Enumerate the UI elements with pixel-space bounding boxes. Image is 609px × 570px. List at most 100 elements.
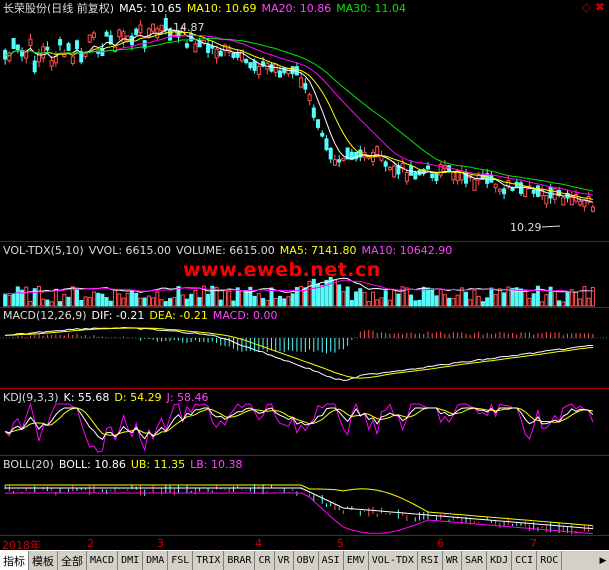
candle-body (311, 107, 316, 118)
macd-dea: DEA: -0.21 (149, 309, 208, 322)
tab-kdj[interactable]: KDJ (487, 551, 513, 570)
tab-dma[interactable]: DMA (143, 551, 169, 570)
candle-body (252, 60, 257, 71)
volume-bar (168, 298, 173, 307)
volume-bar (100, 293, 105, 307)
candle-body (497, 188, 502, 192)
candle-body (561, 197, 566, 206)
tab-cr[interactable]: CR (255, 551, 275, 570)
volume-bar (447, 297, 452, 307)
kdj-k: K: 55.68 (63, 391, 110, 404)
volume-bar (442, 294, 447, 307)
stock-chart-canvas[interactable] (0, 0, 609, 569)
volume-bar (193, 289, 198, 307)
tab-sar[interactable]: SAR (462, 551, 488, 570)
candle-body (290, 66, 295, 75)
tab-emv[interactable]: EMV (344, 551, 369, 570)
candle-body (451, 171, 456, 181)
tab-all[interactable]: 全部 (58, 551, 87, 570)
candle-body (70, 56, 75, 64)
time-label: 5 (337, 537, 344, 550)
tab-dmi[interactable]: DMI (118, 551, 144, 570)
candle-body (476, 175, 481, 181)
candle-body (151, 23, 156, 32)
kdj-j: J: 58.46 (166, 391, 209, 404)
volume-bar (430, 288, 435, 307)
candle-body (493, 183, 498, 189)
tab-wr[interactable]: WR (443, 551, 463, 570)
volume-bar (231, 300, 236, 307)
volume-bar (425, 287, 430, 307)
volume-bar (96, 292, 101, 307)
candle-body (45, 46, 50, 51)
candle-body (168, 29, 173, 41)
vol-vvol: VVOL: 6615.00 (88, 244, 172, 257)
volume-bar (290, 293, 295, 307)
candle-body (235, 52, 240, 58)
tab-fsl[interactable]: FSL (168, 551, 194, 570)
tab-asi[interactable]: ASI (319, 551, 344, 570)
tab-vr[interactable]: VR (275, 551, 294, 570)
volume-bar (362, 291, 367, 307)
candle-body (193, 43, 198, 53)
tab-trix[interactable]: TRIX (193, 551, 225, 570)
kdj-legend: KDJ(9,3,3) K: 55.68 D: 54.29 J: 58.46 (3, 391, 214, 405)
candle-body (66, 43, 71, 51)
volume-bar (146, 295, 151, 307)
tab-roc[interactable]: ROC (537, 551, 563, 570)
volume-bar (108, 300, 113, 307)
volume-bar (434, 295, 439, 307)
candle-body (87, 34, 92, 43)
volume-bar (375, 299, 380, 307)
boll-ub: UB: 11.35 (130, 458, 186, 471)
volume-bar (113, 289, 118, 307)
volume-bar (223, 290, 227, 307)
candle-body (121, 31, 126, 43)
candle-body (273, 63, 278, 73)
tab-macd[interactable]: MACD (87, 551, 119, 570)
volume-bar (218, 299, 223, 307)
candle-body (548, 187, 553, 199)
candle-body (316, 119, 321, 128)
candle-body (244, 58, 249, 64)
volume-bar (476, 295, 481, 307)
low-price-annotation: 10.29 (510, 221, 542, 234)
candle-body (134, 28, 139, 35)
tab-scroll-right-icon[interactable]: ▶ (597, 551, 609, 570)
tab-obv[interactable]: OBV (294, 551, 319, 570)
volume-bar (134, 292, 139, 307)
volume-bar (531, 293, 536, 307)
volume-bar (41, 298, 46, 307)
candle-body (269, 64, 274, 72)
candle-body (163, 18, 168, 30)
volume-bar (79, 299, 84, 307)
tab-vol-tdx[interactable]: VOL-TDX (369, 551, 418, 570)
kdj-j-line (4, 402, 594, 453)
time-label: 6 (437, 537, 444, 550)
candle-body (544, 195, 549, 205)
tab-indicator[interactable]: 指标 (0, 551, 29, 570)
candle-body (159, 24, 164, 32)
volume-bar (527, 297, 532, 307)
tab-cci[interactable]: CCI (512, 551, 538, 570)
volume-bar (354, 291, 359, 307)
volume-bar (75, 289, 79, 307)
candle-body (320, 132, 325, 137)
volume-bar (497, 288, 502, 307)
volume-bar (489, 287, 494, 307)
macd-value: MACD: 0.00 (212, 309, 278, 322)
candle-body (430, 173, 435, 178)
volume-bar (582, 286, 587, 307)
volume-bar (392, 289, 397, 307)
low-arrow (541, 225, 561, 228)
volume-bar (341, 291, 346, 307)
candle-body (32, 60, 37, 73)
volume-bar (379, 297, 384, 307)
tab-template[interactable]: 模板 (29, 551, 58, 570)
tab-brar[interactable]: BRAR (224, 551, 256, 570)
volume-bar (11, 293, 16, 307)
tab-rsi[interactable]: RSI (418, 551, 443, 570)
volume-bar (371, 291, 375, 307)
candle-body (256, 65, 261, 75)
watermark: www.eweb.net.cn (183, 259, 381, 281)
